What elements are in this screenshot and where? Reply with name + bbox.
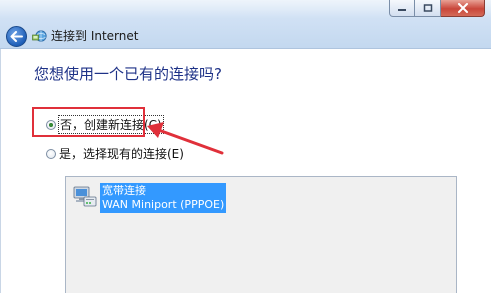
wizard-content: 您想使用一个已有的连接吗? 否，创建新连接(C) 是，选择现有的连接(E) 宽带… [0, 49, 491, 293]
maximize-button[interactable] [415, 0, 441, 17]
caption-buttons [389, 0, 485, 19]
existing-connections-list[interactable]: 宽带连接 WAN Miniport (PPPOE) [65, 176, 457, 293]
close-button[interactable] [441, 0, 485, 17]
minimize-icon [398, 9, 406, 11]
connect-to-internet-window: 连接到 Internet 您想使用一个已有的连接吗? 否，创建新连接(C) 是，… [0, 0, 491, 293]
option-create-new-connection[interactable]: 否，创建新连接(C) [46, 115, 164, 134]
close-icon [457, 3, 468, 13]
list-item[interactable]: 宽带连接 WAN Miniport (PPPOE) [72, 183, 227, 213]
title-bar[interactable]: 连接到 Internet [0, 0, 491, 49]
radio-button-unchecked[interactable] [46, 148, 56, 159]
network-wizard-icon [32, 30, 47, 42]
connection-item-text[interactable]: 宽带连接 WAN Miniport (PPPOE) [100, 183, 227, 213]
option-label[interactable]: 否，创建新连接(C) [58, 115, 164, 134]
option-use-existing-connection[interactable]: 是，选择现有的连接(E) [46, 145, 184, 162]
back-arrow-icon [10, 31, 23, 42]
minimize-button[interactable] [389, 0, 415, 17]
broadband-connection-icon [73, 186, 97, 207]
connection-device: WAN Miniport (PPPOE) [102, 198, 225, 211]
connection-name: 宽带连接 [102, 184, 146, 197]
radio-button-checked[interactable] [46, 119, 56, 130]
maximize-icon [423, 4, 432, 12]
window-title: 连接到 Internet [51, 29, 139, 43]
page-question: 您想使用一个已有的连接吗? [34, 65, 222, 83]
option-label[interactable]: 是，选择现有的连接(E) [59, 145, 184, 162]
back-button[interactable] [6, 26, 27, 47]
